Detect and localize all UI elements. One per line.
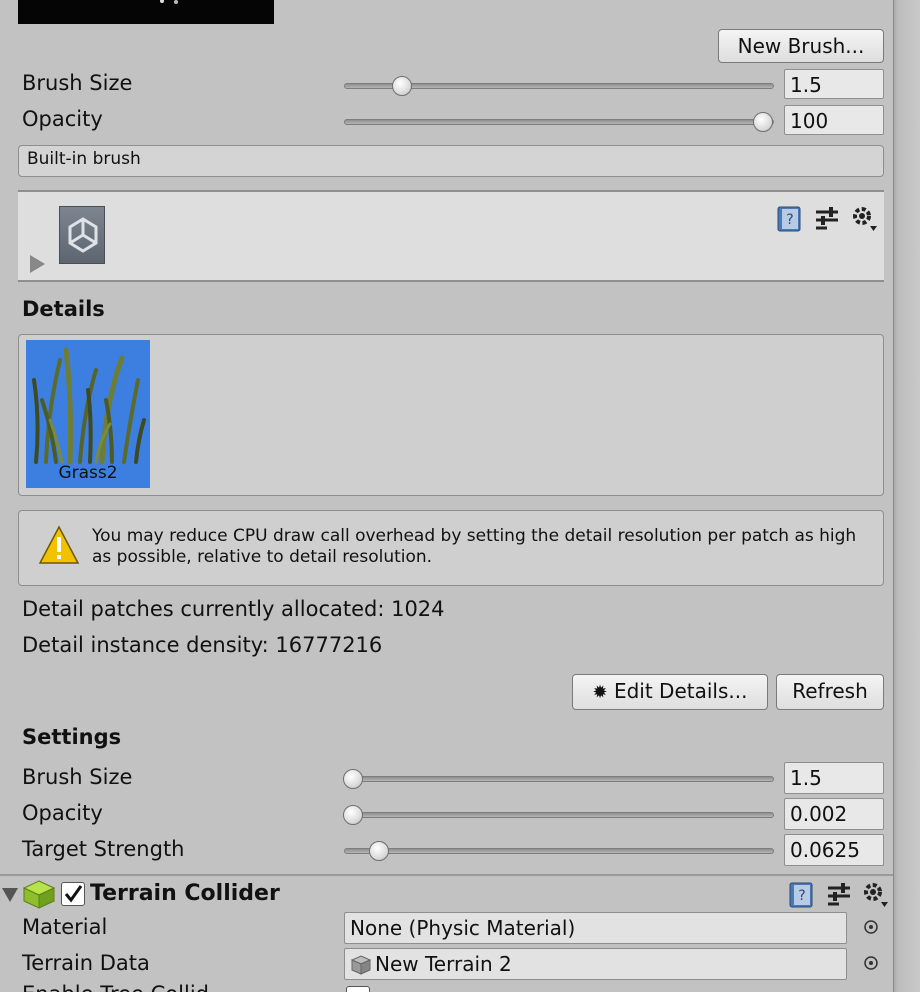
brush-preview-image (18, 0, 274, 24)
grass-thumbnail-icon (32, 347, 146, 465)
collider-enabled-checkbox[interactable] (61, 882, 85, 906)
brush-size-input[interactable]: 1.5 (784, 69, 884, 99)
edit-details-label: Edit Details... (613, 679, 748, 703)
enable-tree-colliders-checkbox[interactable] (346, 986, 370, 992)
brush-selection-strip: ? (18, 190, 884, 282)
details-grid: Grass2 (18, 334, 884, 496)
warning-text: You may reduce CPU draw call overhead by… (92, 526, 857, 567)
brush-name-field: Built-in brush (18, 145, 884, 177)
brush-size-slider-thumb[interactable] (392, 76, 413, 96)
brush-size-label: Brush Size (22, 71, 133, 95)
collapse-arrow-icon[interactable] (1, 887, 19, 903)
terrain-data-value: New Terrain 2 (375, 952, 512, 976)
terrain-collider-icon (22, 880, 56, 909)
target-strength-slider-thumb[interactable] (368, 841, 389, 861)
new-brush-button[interactable]: New Brush... (718, 29, 884, 63)
settings-brush-size-slider-track[interactable] (344, 776, 774, 782)
gear-icon[interactable] (861, 880, 889, 908)
detail-density-text: Detail instance density: 16777216 (22, 633, 383, 657)
refresh-button[interactable]: Refresh (776, 674, 884, 710)
help-book-icon[interactable]: ? (787, 880, 815, 908)
object-picker-icon[interactable] (862, 918, 880, 936)
detail-item-label: Grass2 (58, 463, 118, 483)
checkmark-icon (64, 885, 83, 903)
material-label: Material (22, 915, 108, 939)
gear-icon: ✹ (592, 682, 608, 703)
inspector-scrollbar[interactable] (893, 0, 920, 992)
help-book-icon[interactable]: ? (775, 204, 803, 232)
terrain-collider-title: Terrain Collider (90, 881, 280, 906)
warning-helpbox: You may reduce CPU draw call overhead by… (18, 510, 884, 586)
object-picker-icon[interactable] (862, 954, 880, 972)
gear-icon[interactable] (850, 204, 878, 232)
warning-icon (38, 525, 80, 564)
target-strength-label: Target Strength (22, 837, 185, 861)
opacity-slider-track[interactable] (344, 119, 774, 125)
settings-opacity-input[interactable]: 0.002 (784, 798, 884, 830)
svg-text:?: ? (798, 888, 805, 904)
edit-details-button[interactable]: ✹ Edit Details... (572, 674, 768, 710)
brush-name-text: Built-in brush (27, 149, 141, 169)
settings-heading: Settings (22, 725, 122, 749)
opacity-input[interactable]: 100 (784, 105, 884, 135)
settings-opacity-slider-track[interactable] (344, 812, 774, 818)
material-field[interactable]: None (Physic Material) (344, 912, 847, 944)
component-divider (0, 874, 893, 876)
preset-sliders-icon[interactable] (813, 204, 841, 232)
terrain-asset-icon (350, 955, 372, 975)
opacity-label: Opacity (22, 107, 103, 131)
settings-brush-size-input[interactable]: 1.5 (784, 762, 884, 794)
settings-brush-size-label: Brush Size (22, 765, 133, 789)
preset-sliders-icon[interactable] (825, 880, 853, 908)
detail-patches-text: Detail patches currently allocated: 1024 (22, 597, 445, 621)
svg-text:?: ? (786, 212, 793, 228)
foldout-arrow-icon[interactable] (29, 254, 47, 274)
unity-logo-icon[interactable] (59, 206, 105, 264)
terrain-data-label: Terrain Data (22, 951, 150, 975)
settings-brush-size-slider-thumb[interactable] (343, 769, 363, 789)
detail-item-grass2[interactable]: Grass2 (26, 340, 150, 488)
details-heading: Details (22, 297, 105, 321)
enable-tree-colliders-label: Enable Tree Collid (22, 980, 209, 992)
target-strength-input[interactable]: 0.0625 (784, 834, 884, 866)
terrain-data-field[interactable]: New Terrain 2 (344, 948, 847, 980)
settings-opacity-slider-thumb[interactable] (343, 805, 363, 825)
target-strength-slider-track[interactable] (344, 848, 774, 854)
opacity-slider-thumb[interactable] (753, 112, 773, 132)
settings-opacity-label: Opacity (22, 801, 103, 825)
